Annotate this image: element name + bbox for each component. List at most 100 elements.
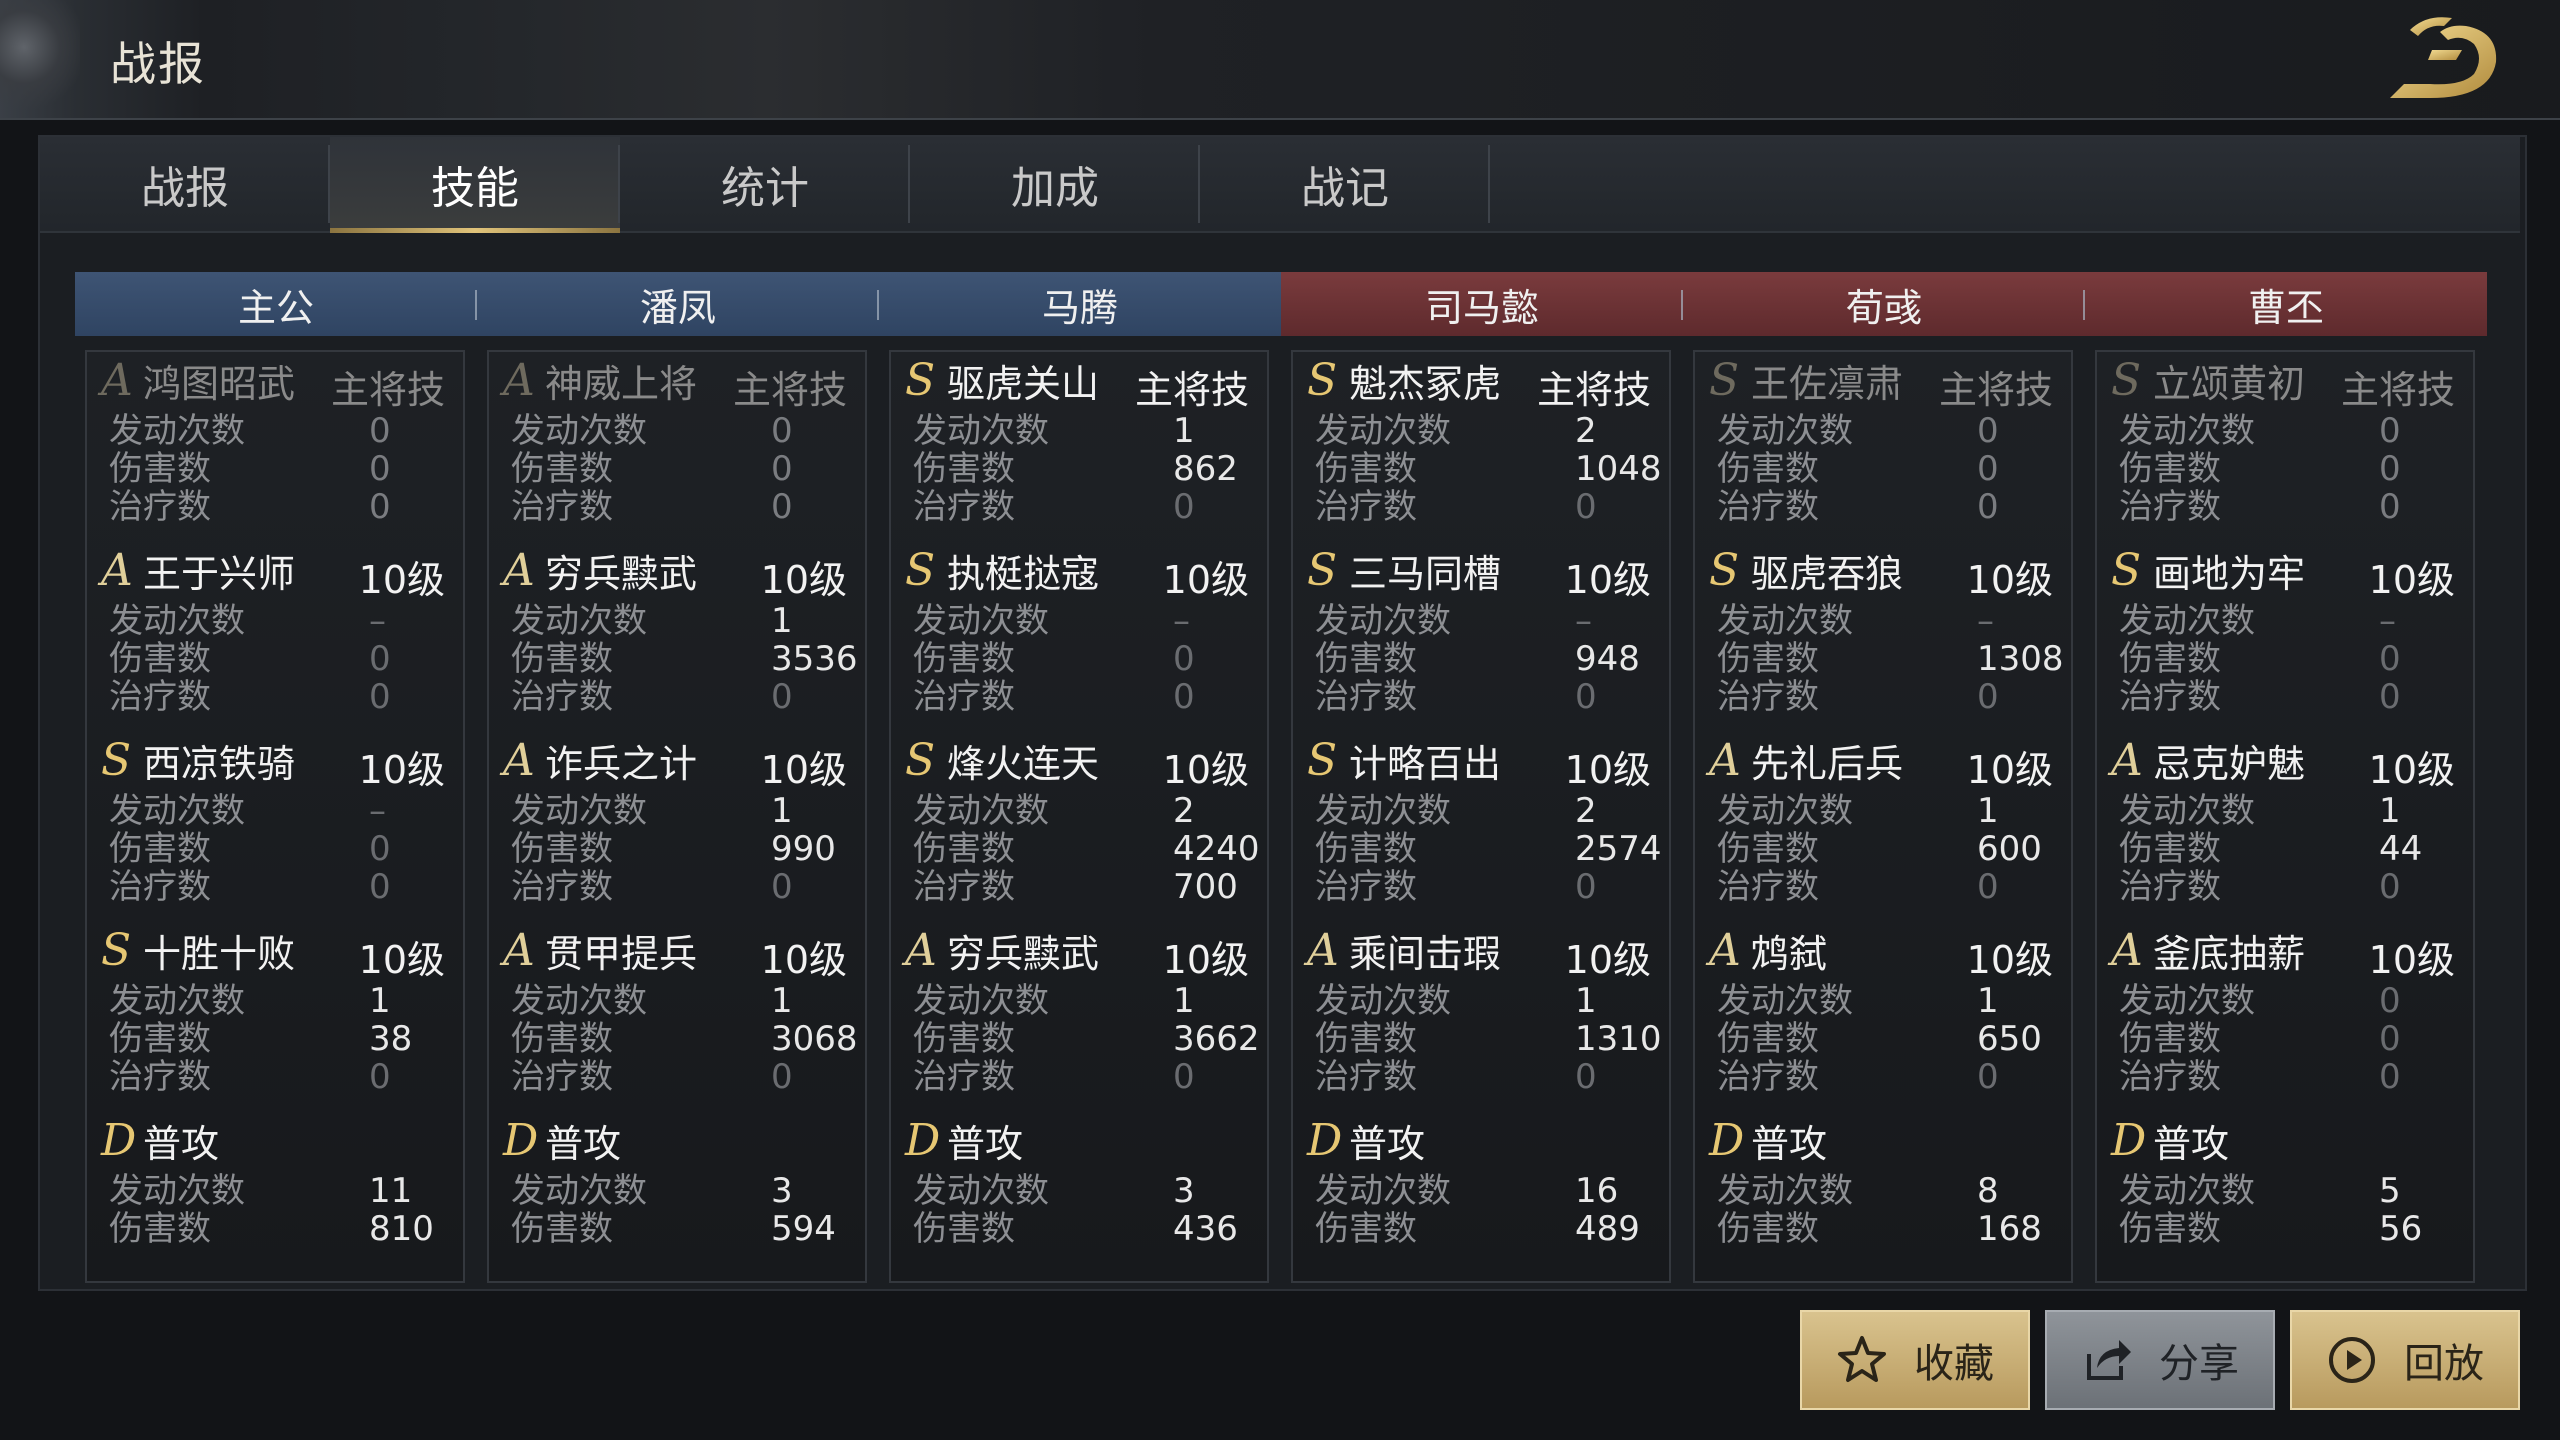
stat-value: 600 (1977, 829, 2042, 869)
tab-3[interactable]: 加成 (910, 137, 1200, 231)
skill-entry[interactable]: A 鸩弑 10级 发动次数 1 伤害数 650 治疗数 0 (1695, 922, 2075, 1112)
tab-1[interactable]: 技能 (330, 137, 620, 233)
skill-entry[interactable]: D 普攻 发动次数 16 伤害数 489 (1293, 1112, 1673, 1302)
stat-value: 0 (369, 411, 391, 451)
skill-entry[interactable]: A 先礼后兵 10级 发动次数 1 伤害数 600 治疗数 0 (1695, 732, 2075, 922)
stat-row-healing: 治疗数 0 (109, 678, 449, 716)
skill-entry[interactable]: S 十胜十败 10级 发动次数 1 伤害数 38 治疗数 0 (87, 922, 467, 1112)
stat-value: 1 (1977, 981, 1999, 1021)
skill-entry[interactable]: D 普攻 发动次数 3 伤害数 436 (891, 1112, 1271, 1302)
stat-label: 伤害数 (2119, 639, 2221, 679)
skill-entry[interactable]: S 魁杰冢虎 主将技 发动次数 2 伤害数 1048 治疗数 0 (1293, 352, 1673, 542)
stat-row-damage: 伤害数 168 (1717, 1210, 2057, 1248)
replay-label: 回放 (2404, 1341, 2484, 1387)
stat-row-activations: 发动次数 1 (511, 982, 851, 1020)
stat-row-activations: 发动次数 1 (1717, 982, 2057, 1020)
stat-label: 伤害数 (1315, 449, 1417, 489)
skill-entry[interactable]: D 普攻 发动次数 3 伤害数 594 (489, 1112, 869, 1302)
skill-entry[interactable]: S 驱虎吞狼 10级 发动次数 – 伤害数 1308 治疗数 0 (1695, 542, 2075, 732)
stat-label: 治疗数 (913, 1057, 1015, 1097)
general-skill-column: A 神威上将 主将技 发动次数 0 伤害数 0 治疗数 0 A 穷兵黩武 10级 发动次数 1 伤害数 353… (487, 350, 867, 1283)
stat-label: 发动次数 (511, 981, 647, 1021)
stat-value: – (1977, 601, 1994, 641)
favorite-button[interactable]: 收藏 (1800, 1310, 2030, 1410)
skill-name: 鸿图昭武 (143, 361, 296, 406)
stat-value: 0 (1977, 411, 1999, 451)
skill-name: 西凉铁骑 (143, 741, 296, 786)
stat-row-damage: 伤害数 56 (2119, 1210, 2459, 1248)
stat-label: 治疗数 (1717, 1057, 1819, 1097)
stat-value: 0 (2379, 867, 2401, 907)
skill-grade: S (2111, 354, 2142, 406)
skill-entry[interactable]: A 穷兵黩武 10级 发动次数 1 伤害数 3536 治疗数 0 (489, 542, 869, 732)
skill-entry[interactable]: S 三马同槽 10级 发动次数 – 伤害数 948 治疗数 0 (1293, 542, 1673, 732)
skill-level: 10级 (760, 938, 847, 982)
dragon-close-button[interactable] (2370, 10, 2520, 110)
skill-entry[interactable]: S 王佐凛肃 主将技 发动次数 0 伤害数 0 治疗数 0 (1695, 352, 2075, 542)
skill-entry[interactable]: A 诈兵之计 10级 发动次数 1 伤害数 990 治疗数 0 (489, 732, 869, 922)
skill-entry[interactable]: S 烽火连天 10级 发动次数 2 伤害数 4240 治疗数 700 (891, 732, 1271, 922)
tab-4[interactable]: 战记 (1200, 137, 1490, 231)
stat-value: 0 (1977, 867, 1999, 907)
stat-label: 发动次数 (1315, 981, 1451, 1021)
skill-name: 普攻 (1751, 1121, 1828, 1166)
skill-entry[interactable]: S 计略百出 10级 发动次数 2 伤害数 2574 治疗数 0 (1293, 732, 1673, 922)
skill-entry[interactable]: A 忌克妒魅 10级 发动次数 1 伤害数 44 治疗数 0 (2097, 732, 2477, 922)
skill-entry[interactable]: S 画地为牢 10级 发动次数 – 伤害数 0 治疗数 0 (2097, 542, 2477, 732)
skill-entry[interactable]: A 穷兵黩武 10级 发动次数 1 伤害数 3662 治疗数 0 (891, 922, 1271, 1112)
skill-name: 普攻 (545, 1121, 622, 1166)
top-bar: 战报 (0, 0, 2560, 120)
skill-entry[interactable]: A 釜底抽薪 10级 发动次数 0 伤害数 0 治疗数 0 (2097, 922, 2477, 1112)
skill-grade: S (1307, 734, 1338, 786)
skill-name: 穷兵黩武 (545, 551, 698, 596)
stat-label: 治疗数 (2119, 1057, 2221, 1097)
stat-label: 发动次数 (913, 1171, 1049, 1211)
stat-value: 0 (369, 829, 391, 869)
stat-value: 0 (2379, 981, 2401, 1021)
general-header: 主公 (75, 272, 477, 336)
skill-entry[interactable]: A 鸿图昭武 主将技 发动次数 0 伤害数 0 治疗数 0 (87, 352, 467, 542)
stat-value: 0 (1173, 639, 1195, 679)
general-name: 曹丕 (2247, 285, 2324, 330)
star-icon (1838, 1336, 1886, 1382)
replay-button[interactable]: 回放 (2290, 1310, 2520, 1410)
stat-value: 436 (1173, 1209, 1238, 1249)
skill-entry[interactable]: D 普攻 发动次数 5 伤害数 56 (2097, 1112, 2477, 1302)
skill-entry[interactable]: S 执梃挞寇 10级 发动次数 – 伤害数 0 治疗数 0 (891, 542, 1271, 732)
stat-value: 0 (1977, 487, 1999, 527)
skill-level: 10级 (1162, 558, 1249, 602)
stat-label: 治疗数 (511, 487, 613, 527)
stat-row-damage: 伤害数 948 (1315, 640, 1655, 678)
stat-row-activations: 发动次数 2 (1315, 792, 1655, 830)
stat-label: 治疗数 (109, 867, 211, 907)
skill-name: 普攻 (947, 1121, 1024, 1166)
stat-value: 0 (771, 1057, 793, 1097)
skill-entry[interactable]: A 神威上将 主将技 发动次数 0 伤害数 0 治疗数 0 (489, 352, 869, 542)
general-header: 潘凤 (477, 272, 879, 336)
skill-entry[interactable]: S 驱虎关山 主将技 发动次数 1 伤害数 862 治疗数 0 (891, 352, 1271, 542)
stat-row-healing: 治疗数 0 (109, 488, 449, 526)
skill-name: 神威上将 (545, 361, 698, 406)
skill-entry[interactable]: D 普攻 发动次数 8 伤害数 168 (1695, 1112, 2075, 1302)
stat-value: 1 (771, 791, 793, 831)
skill-entry[interactable]: A 贯甲提兵 10级 发动次数 1 伤害数 3068 治疗数 0 (489, 922, 869, 1112)
stat-row-healing: 治疗数 0 (1717, 678, 2057, 716)
skill-level: 10级 (358, 558, 445, 602)
skill-grade: A (905, 924, 937, 976)
skill-entry[interactable]: D 普攻 发动次数 11 伤害数 810 (87, 1112, 467, 1302)
stat-label: 治疗数 (2119, 867, 2221, 907)
skill-entry[interactable]: A 王于兴师 10级 发动次数 – 伤害数 0 治疗数 0 (87, 542, 467, 732)
tab-2[interactable]: 统计 (620, 137, 910, 231)
tab-0[interactable]: 战报 (40, 137, 330, 231)
share-button[interactable]: 分享 (2045, 1310, 2275, 1410)
stat-value: 1048 (1575, 449, 1662, 489)
skill-grade: A (503, 734, 535, 786)
stat-label: 治疗数 (109, 487, 211, 527)
skill-name: 三马同槽 (1349, 551, 1502, 596)
skill-entry[interactable]: S 西凉铁骑 10级 发动次数 – 伤害数 0 治疗数 0 (87, 732, 467, 922)
skill-entry[interactable]: S 立颂黄初 主将技 发动次数 0 伤害数 0 治疗数 0 (2097, 352, 2477, 542)
stat-label: 伤害数 (109, 829, 211, 869)
skill-entry[interactable]: A 乘间击瑕 10级 发动次数 1 伤害数 1310 治疗数 0 (1293, 922, 1673, 1112)
stat-row-damage: 伤害数 810 (109, 1210, 449, 1248)
stat-value: 3068 (771, 1019, 858, 1059)
